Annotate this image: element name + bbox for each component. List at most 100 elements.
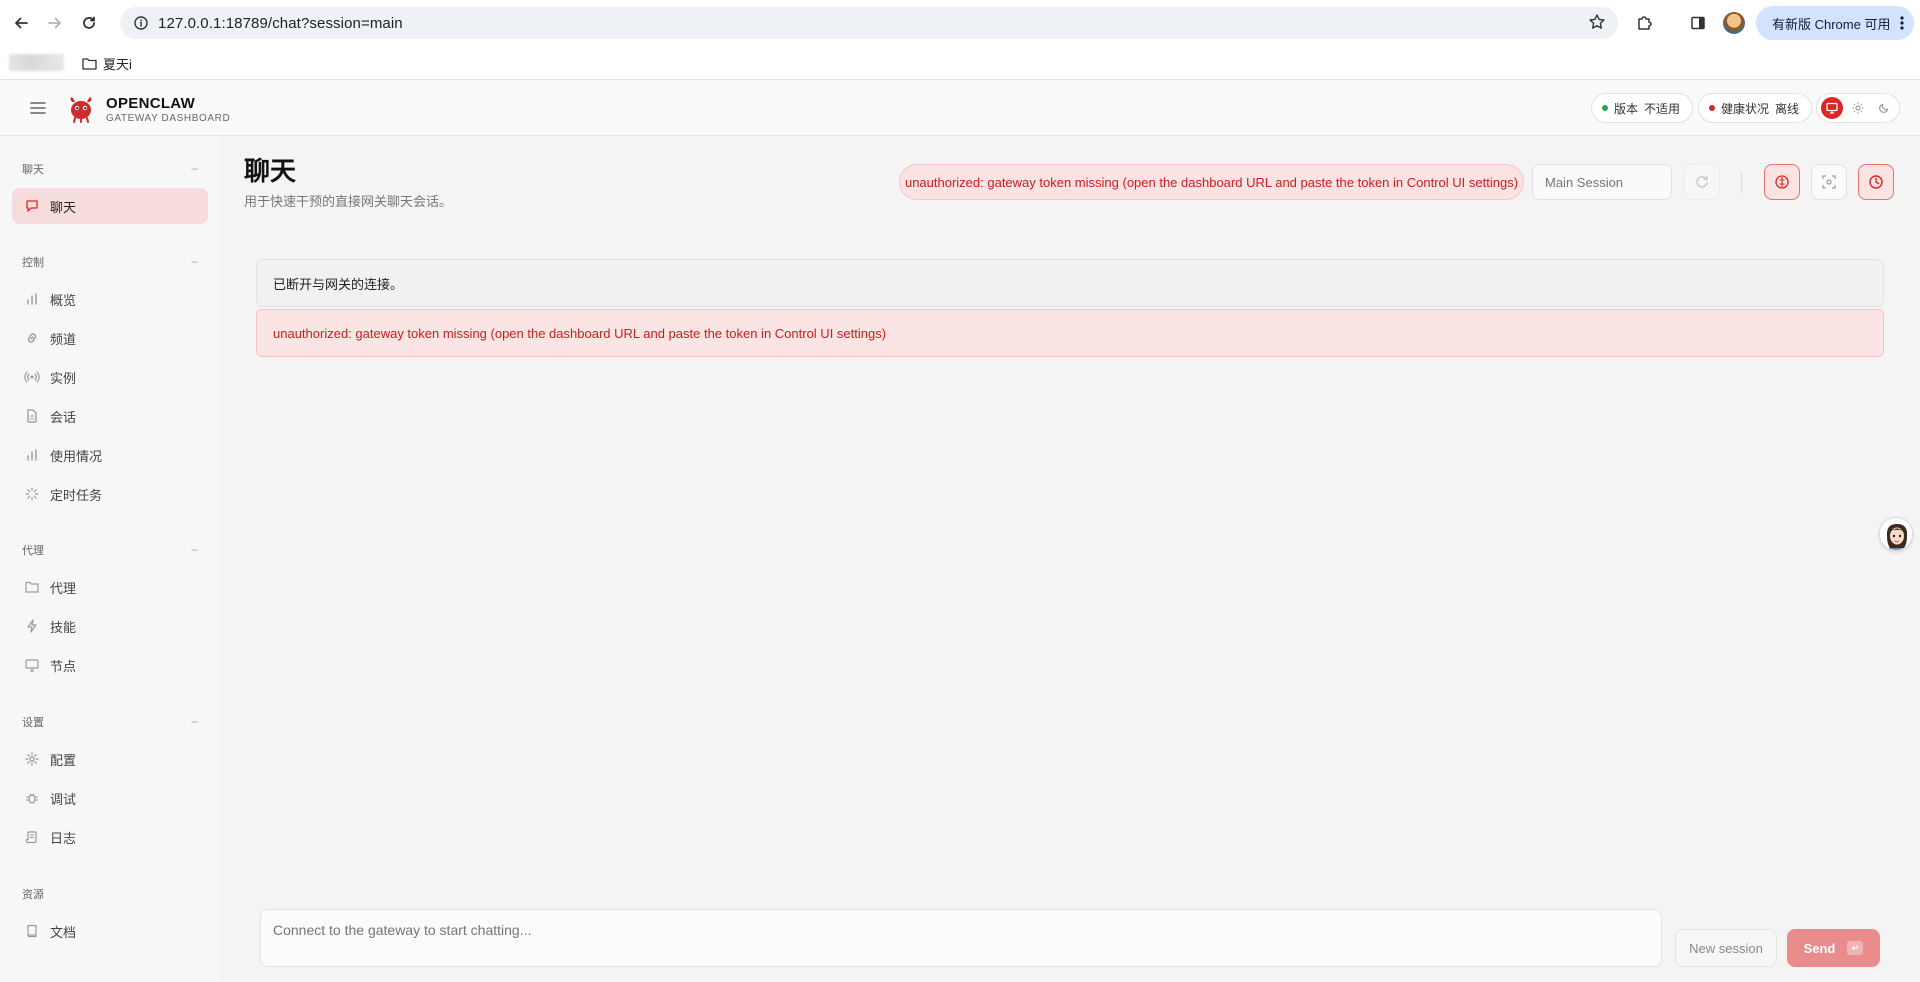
sidebar-section-agents[interactable]: 代理 – [22,542,198,558]
sidebar-section-chat[interactable]: 聊天 – [22,161,198,177]
sidebar-section-title: 聊天 [22,164,44,176]
sidebar-item-label: 日志 [50,830,77,846]
sidebar-item-config[interactable]: 配置 [12,741,208,777]
sidebar-section-control[interactable]: 控制 – [22,254,198,270]
loader-icon [24,486,40,502]
sidebar-item-sessions[interactable]: 会话 [12,398,208,434]
send-button[interactable]: Send ↵ [1787,929,1880,967]
sidebar-section-resources[interactable]: 资源 [22,886,198,902]
sun-icon[interactable] [1847,97,1869,119]
link-icon [24,330,40,346]
sidebar-item-label: 代理 [50,580,77,596]
gear-icon [24,751,40,767]
bookmarks-bar: 夏天i [0,46,1920,80]
chrome-update-button[interactable]: 有新版 Chrome 可用 [1756,6,1914,40]
version-value: 不适用 [1644,101,1681,116]
chat-bubble-icon [24,198,40,214]
sidebar-item-cron[interactable]: 定时任务 [12,476,208,512]
sidebar-section-title: 控制 [22,257,44,269]
sidebar-item-instances[interactable]: 实例 [12,359,208,395]
health-label: 健康状况 [1721,101,1770,116]
toolbar-divider [1741,171,1742,193]
document-icon [24,408,40,424]
status-ok-dot [1602,105,1608,111]
brand-title: OPENCLAW [106,95,196,112]
monitor-icon[interactable] [1821,97,1843,119]
page-title: 聊天 [244,156,297,186]
menu-toggle-icon[interactable] [26,96,50,120]
version-badge: 版本 不适用 [1591,93,1694,123]
sidebar-item-chat[interactable]: 聊天 [12,188,208,224]
enter-key-icon: ↵ [1847,941,1864,955]
sidebar-section-title: 设置 [22,717,44,729]
sidebar-item-usage[interactable]: 使用情况 [12,437,208,473]
sidebar-item-label: 调试 [50,791,77,807]
browser-toolbar: 127.0.0.1:18789/chat?session=main 有新版 Ch… [0,0,1920,46]
sidebar-item-label: 配置 [50,752,77,768]
error-banner: unauthorized: gateway token missing (ope… [256,309,1884,357]
sidebar-item-label: 实例 [50,370,77,386]
sidebar-item-logs[interactable]: 日志 [12,819,208,855]
thinking-toggle-button[interactable] [1764,164,1800,200]
history-button[interactable] [1858,164,1894,200]
bookmark-folder-label: 夏天i [103,56,132,72]
error-status-pill: unauthorized: gateway token missing (ope… [899,164,1524,200]
broadcast-icon [24,369,40,385]
collapse-icon[interactable]: – [191,161,198,177]
sidebar-section-settings[interactable]: 设置 – [22,714,198,730]
assistant-avatar[interactable] [1879,517,1913,551]
extensions-puzzle-icon[interactable] [1628,6,1662,40]
folder-icon [24,579,40,595]
refresh-button[interactable] [1684,164,1720,200]
sidebar-item-label: 文档 [50,924,77,940]
monitor-icon [24,657,40,673]
collapse-icon[interactable]: – [191,542,198,558]
sidebar-section-title: 资源 [22,889,44,901]
new-session-button[interactable]: New session [1675,929,1777,967]
sidebar-item-label: 定时任务 [50,487,103,503]
sidebar-item-label: 使用情况 [50,448,103,464]
reload-icon[interactable] [72,6,106,40]
side-panel-icon[interactable] [1681,6,1715,40]
sidebar: 聊天 – 聊天 控制 – 概览 频道 实例 会话 使用情况 定时任务 代理 – 代理 [0,137,220,982]
blurred-bookmark[interactable] [9,54,64,71]
moon-icon[interactable] [1873,97,1895,119]
main-content: 聊天 用于快速干预的直接网关聊天会话。 unauthorized: gatewa… [220,137,1920,982]
profile-avatar[interactable] [1717,6,1751,40]
sidebar-item-agents[interactable]: 代理 [12,569,208,605]
sidebar-item-channels[interactable]: 频道 [12,320,208,356]
focus-icon [1822,175,1836,189]
sidebar-item-label: 频道 [50,331,77,347]
page-subtitle: 用于快速干预的直接网关聊天会话。 [244,194,453,209]
url-text[interactable]: 127.0.0.1:18789/chat?session=main [158,15,403,32]
back-arrow-icon[interactable] [4,6,38,40]
status-offline-dot [1709,105,1715,111]
folder-icon [82,57,97,70]
clock-icon [1868,174,1884,190]
collapse-icon[interactable]: – [191,254,198,270]
bookmark-folder[interactable]: 夏天i [82,52,132,74]
sidebar-item-skills[interactable]: 技能 [12,608,208,644]
chat-message-input[interactable] [260,909,1662,967]
more-vertical-icon[interactable] [1900,15,1904,31]
session-input[interactable] [1532,164,1672,200]
focus-mode-button[interactable] [1811,164,1847,200]
app-header: OPENCLAW GATEWAY DASHBOARD 版本 不适用 健康状况 离… [0,80,1920,136]
sidebar-item-debug[interactable]: 调试 [12,780,208,816]
sidebar-item-label: 聊天 [50,199,77,215]
chrome-update-label: 有新版 Chrome 可用 [1772,16,1891,32]
sidebar-item-nodes[interactable]: 节点 [12,647,208,683]
sidebar-item-label: 会话 [50,409,77,425]
brand-subtitle: GATEWAY DASHBOARD [106,113,231,124]
site-info-icon[interactable] [124,7,158,39]
bookmark-star-icon[interactable] [1588,13,1606,31]
sidebar-item-docs[interactable]: 文档 [12,913,208,949]
book-icon [24,923,40,939]
version-label: 版本 [1614,101,1639,116]
forward-arrow-icon[interactable] [38,6,72,40]
address-bar[interactable]: 127.0.0.1:18789/chat?session=main [120,7,1618,39]
brain-icon [1774,174,1790,190]
send-label: Send [1803,940,1836,956]
sidebar-item-overview[interactable]: 概览 [12,281,208,317]
collapse-icon[interactable]: – [191,714,198,730]
